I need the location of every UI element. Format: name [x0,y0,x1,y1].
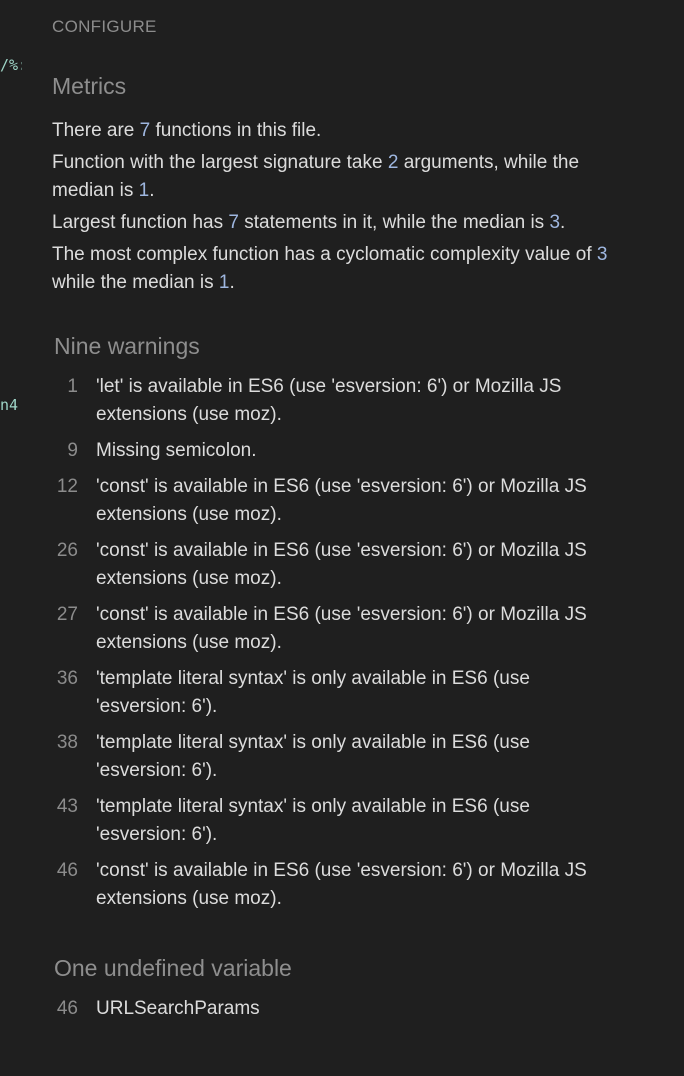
edge-code-fragment: /%: [0,56,22,74]
warning-row[interactable]: 38 'template literal syntax' is only ava… [40,729,600,785]
warning-row[interactable]: 12 'const' is available in ES6 (use 'esv… [40,473,600,529]
warning-row[interactable]: 36 'template literal syntax' is only ava… [40,665,600,721]
warning-message: Missing semicolon. [96,440,257,461]
largest-statements-value: 7 [228,212,239,233]
warning-row[interactable]: 1 'let' is available in ES6 (use 'esvers… [40,373,600,429]
warning-line-number: 27 [56,604,78,625]
warning-line-number: 38 [56,732,78,753]
metrics-text: . [560,212,566,233]
metrics-text: statements in it, while the median is [238,212,550,233]
warning-message: 'let' is available in ES6 (use 'esversio… [96,376,562,425]
metrics-heading: Metrics [52,73,127,99]
warning-message: 'const' is available in ES6 (use 'esvers… [96,860,587,909]
warning-line-number: 12 [56,476,78,497]
undefined-variable-row[interactable]: 46 URLSearchParams [40,995,600,1023]
warning-line-number: 9 [67,440,78,461]
largest-signature-value: 2 [387,152,399,173]
metrics-text: There are [52,120,140,141]
warning-message: 'template literal syntax' is only availa… [96,796,530,845]
warning-message: 'template literal syntax' is only availa… [96,668,530,717]
warning-line-number: 1 [67,376,78,397]
warning-row[interactable]: 43 'template literal syntax' is only ava… [40,793,600,849]
metrics-text: . [149,180,155,201]
edge-code-fragment: n4 [0,396,19,414]
undefined-variables-list: 46 URLSearchParams [40,995,600,1031]
metrics-summary: There are 7 functions in this file. Func… [52,117,622,301]
warning-line-number: 46 [56,860,78,881]
warning-line-number: 36 [56,668,78,689]
warning-line-number: 43 [56,796,78,817]
warning-message: 'template literal syntax' is only availa… [96,732,530,781]
undefined-variable-line-number: 46 [56,998,78,1019]
metrics-text: Largest function has [52,212,229,233]
warning-message: 'const' is available in ES6 (use 'esvers… [96,476,587,525]
undefined-variables-heading: One undefined variable [54,955,292,981]
metrics-text: while the median is [52,272,219,293]
warning-row[interactable]: 9 Missing semicolon. [40,437,600,465]
warning-row[interactable]: 26 'const' is available in ES6 (use 'esv… [40,537,600,593]
metrics-statements: Largest function has 7 statements in it,… [52,209,622,237]
metrics-signature: Function with the largest signature take… [52,149,622,205]
median-complexity-value: 1 [218,272,230,293]
median-statements-value: 3 [549,212,561,233]
metrics-text: . [229,272,235,293]
warning-row[interactable]: 46 'const' is available in ES6 (use 'esv… [40,857,600,913]
warnings-list: 1 'let' is available in ES6 (use 'esvers… [40,373,600,921]
warning-row[interactable]: 27 'const' is available in ES6 (use 'esv… [40,601,600,657]
metrics-text: functions in this file. [150,120,322,141]
max-complexity-value: 3 [596,244,608,265]
metrics-text: Function with the largest signature take [52,152,388,173]
warning-line-number: 26 [56,540,78,561]
warning-message: 'const' is available in ES6 (use 'esvers… [96,540,587,589]
functions-count-value: 7 [139,120,151,141]
configure-link[interactable]: CONFIGURE [52,17,157,37]
warning-message: 'const' is available in ES6 (use 'esvers… [96,604,587,653]
metrics-complexity: The most complex function has a cyclomat… [52,241,622,297]
undefined-variable-name: URLSearchParams [96,998,260,1019]
median-args-value: 1 [138,180,150,201]
metrics-functions-count: There are 7 functions in this file. [52,117,622,145]
metrics-text: The most complex function has a cyclomat… [52,244,597,265]
warnings-heading: Nine warnings [54,333,200,359]
